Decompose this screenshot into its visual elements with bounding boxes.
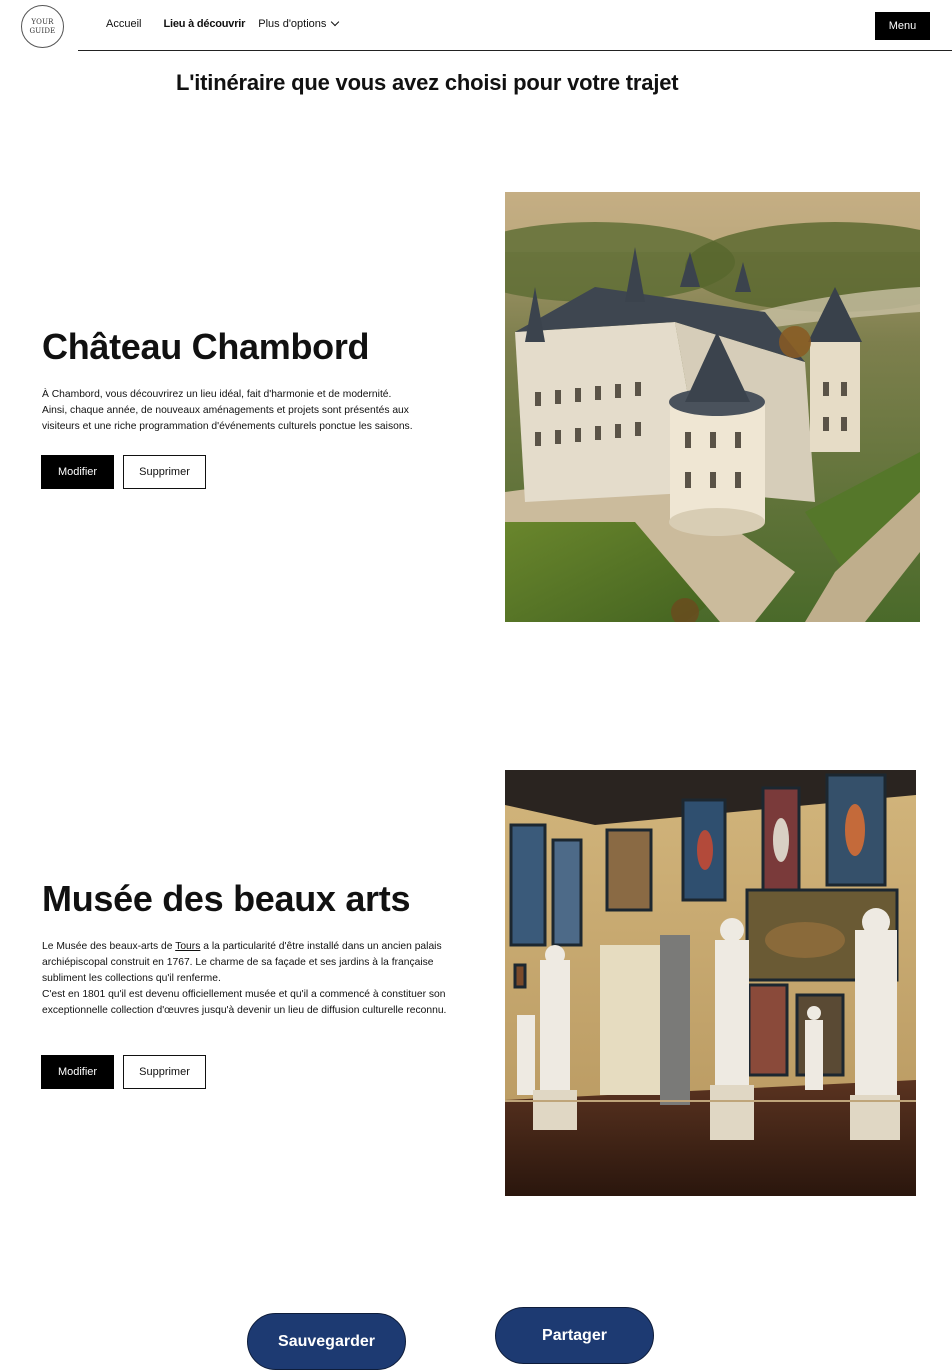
- menu-button[interactable]: Menu: [875, 12, 930, 40]
- delete-button[interactable]: Supprimer: [123, 1055, 206, 1089]
- tours-link[interactable]: Tours: [175, 941, 200, 952]
- place-actions-chambord: Modifier Supprimer: [41, 455, 206, 489]
- logo-line-1: YOUR: [31, 17, 54, 26]
- share-button[interactable]: Partager: [495, 1307, 654, 1364]
- description-line: À Chambord, vous découvrirez un lieu idé…: [42, 389, 392, 400]
- place-title-musee: Musée des beaux arts: [42, 878, 411, 919]
- main-nav: Accueil Lieu à découvrir Plus d'options: [106, 17, 360, 30]
- description-text: Le Musée des beaux-arts de: [42, 941, 176, 952]
- delete-button[interactable]: Supprimer: [123, 455, 206, 489]
- logo-line-2: GUIDE: [29, 26, 56, 35]
- description-paragraph: Le Musée des beaux-arts de Tours a la pa…: [42, 939, 452, 987]
- place-title-chambord: Château Chambord: [42, 326, 370, 367]
- chevron-down-icon: [331, 17, 340, 27]
- nav-item-accueil[interactable]: Accueil: [106, 18, 141, 30]
- edit-button[interactable]: Modifier: [41, 455, 114, 489]
- description-line: Ainsi, chaque année, de nouveaux aménage…: [42, 405, 409, 416]
- save-button[interactable]: Sauvegarder: [247, 1313, 406, 1370]
- nav-item-plus-options-label: Plus d'options: [258, 18, 327, 30]
- description-line: visiteurs et une riche programmation d'é…: [42, 421, 413, 432]
- nav-item-plus-options[interactable]: Plus d'options: [258, 17, 340, 30]
- page-title: L'itinéraire que vous avez choisi pour v…: [176, 70, 679, 95]
- place-description-chambord: À Chambord, vous découvrirez un lieu idé…: [42, 387, 452, 435]
- logo[interactable]: YOUR GUIDE: [21, 5, 64, 48]
- musee-photo: [505, 770, 916, 1196]
- place-actions-musee: Modifier Supprimer: [41, 1055, 206, 1089]
- description-paragraph: C'est en 1801 qu'il est devenu officiell…: [42, 989, 447, 1016]
- chambord-photo: [505, 192, 920, 622]
- nav-item-lieu-a-decouvrir[interactable]: Lieu à découvrir: [163, 18, 245, 30]
- edit-button[interactable]: Modifier: [41, 1055, 114, 1089]
- place-description-musee: Le Musée des beaux-arts de Tours a la pa…: [42, 939, 452, 1019]
- header-divider: [78, 50, 952, 51]
